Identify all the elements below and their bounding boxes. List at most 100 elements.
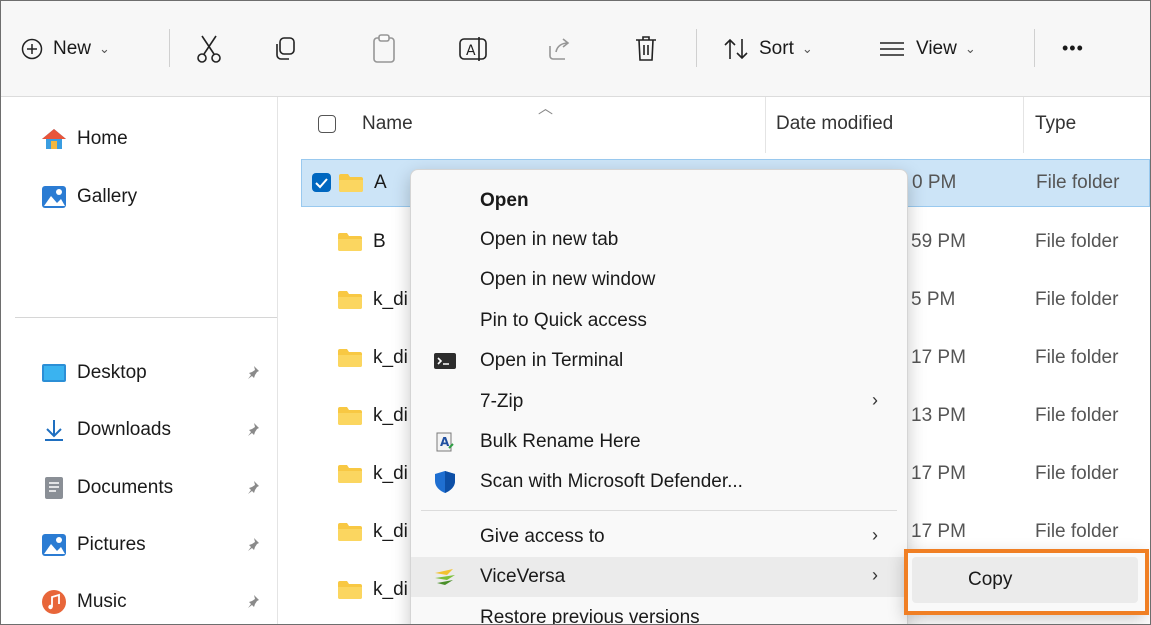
nav-item-label: Documents: [77, 477, 174, 498]
column-divider[interactable]: [765, 97, 766, 153]
pin-icon[interactable]: [246, 422, 260, 436]
menu-item-open-new-window[interactable]: Open in new window: [411, 260, 907, 300]
row-date: 5 PM: [911, 289, 956, 310]
row-type: File folder: [1035, 347, 1119, 368]
chevron-down-icon: ⌄: [801, 40, 813, 56]
menu-item-7zip[interactable]: 7-Zip ›: [411, 382, 907, 422]
row-type: File folder: [1035, 289, 1119, 310]
column-name[interactable]: Name: [362, 113, 413, 135]
chevron-down-icon: ⌄: [964, 40, 976, 56]
menu-separator: [421, 510, 897, 511]
pin-icon[interactable]: [246, 594, 260, 608]
rename-button[interactable]: A: [458, 1, 488, 96]
row-type: File folder: [1036, 172, 1120, 193]
sort-ascending-icon: ︿: [538, 100, 554, 117]
row-name: A: [374, 172, 387, 193]
nav-item-music[interactable]: Music: [41, 587, 127, 617]
menu-item-pin-quick-access[interactable]: Pin to Quick access: [411, 301, 907, 341]
sort-label: Sort: [759, 37, 794, 59]
submenu-item-label: Copy: [968, 569, 1013, 590]
music-icon: [42, 590, 66, 614]
row-type: File folder: [1035, 521, 1119, 542]
nav-item-label: Gallery: [77, 186, 138, 207]
row-checkbox-checked[interactable]: [312, 173, 331, 192]
nav-divider: [15, 317, 277, 318]
toolbar-divider: [1034, 29, 1035, 67]
column-date-modified[interactable]: Date modified: [776, 113, 893, 135]
viceversa-icon: [435, 569, 455, 585]
menu-item-restore-versions[interactable]: Restore previous versions: [411, 598, 907, 624]
delete-button[interactable]: [634, 1, 658, 96]
menu-item-label: Bulk Rename Here: [480, 431, 641, 452]
pin-icon[interactable]: [246, 365, 260, 379]
menu-item-scan-defender[interactable]: Scan with Microsoft Defender...: [411, 462, 907, 502]
row-name: k_di: [373, 463, 408, 484]
nav-item-label: Desktop: [77, 362, 147, 383]
menu-item-open-new-tab[interactable]: Open in new tab: [411, 220, 907, 260]
cut-button[interactable]: [196, 1, 222, 96]
row-name: k_di: [373, 405, 408, 426]
row-type: File folder: [1035, 231, 1119, 252]
menu-item-give-access[interactable]: Give access to ›: [411, 517, 907, 557]
column-header: Name ︿ Date modified Type: [278, 97, 1150, 153]
nav-item-pictures[interactable]: Pictures: [41, 530, 146, 560]
nav-item-documents[interactable]: Documents: [41, 473, 173, 503]
checkmark-icon: [315, 178, 328, 189]
chevron-right-icon: ›: [872, 390, 878, 410]
nav-item-home[interactable]: Home: [41, 124, 128, 154]
desktop-icon: [42, 364, 66, 382]
row-name: k_di: [373, 289, 408, 310]
sort-arrows-icon: [724, 38, 748, 59]
folder-icon: [338, 349, 362, 367]
pictures-icon: [42, 534, 66, 556]
gallery-icon: [42, 186, 66, 208]
folder-icon: [338, 291, 362, 309]
menu-item-label: Pin to Quick access: [480, 310, 647, 331]
view-button[interactable]: View ⌄: [878, 1, 976, 96]
pin-icon[interactable]: [246, 480, 260, 494]
rename-icon: A: [459, 36, 487, 61]
folder-icon: [338, 523, 362, 541]
folder-icon: [338, 581, 362, 599]
paste-button[interactable]: [372, 1, 396, 96]
nav-item-label: Pictures: [77, 534, 146, 555]
nav-item-label: Home: [77, 128, 128, 149]
terminal-icon: [434, 353, 456, 369]
row-name: k_di: [373, 579, 408, 600]
nav-item-gallery[interactable]: Gallery: [41, 182, 137, 212]
command-bar: New ⌄ A Sort ⌄ View ⌄ •••: [1, 1, 1150, 97]
nav-item-desktop[interactable]: Desktop: [41, 358, 147, 388]
plus-circle-icon: [21, 38, 43, 59]
pin-icon[interactable]: [246, 537, 260, 551]
row-date: 17 PM: [911, 521, 966, 542]
row-name: B: [373, 231, 386, 252]
more-icon: •••: [1062, 38, 1084, 58]
column-divider[interactable]: [1023, 97, 1024, 153]
trash-icon: [636, 35, 656, 61]
nav-item-downloads[interactable]: Downloads: [41, 415, 171, 445]
select-all-checkbox[interactable]: [318, 115, 336, 133]
menu-item-viceversa[interactable]: ViceVersa ›: [411, 557, 907, 597]
navigation-pane: Home Gallery Desktop Downloads Documents…: [1, 97, 278, 624]
copy-button[interactable]: [273, 1, 297, 96]
row-date: 13 PM: [911, 405, 966, 426]
view-label: View: [916, 37, 957, 59]
svg-text:A: A: [440, 435, 450, 449]
menu-item-label: Open in new window: [480, 269, 656, 290]
menu-item-open[interactable]: Open: [411, 181, 907, 221]
nav-item-label: Music: [77, 591, 127, 612]
home-icon: [42, 129, 66, 149]
column-type[interactable]: Type: [1035, 113, 1076, 135]
context-menu: Open Open in new tab Open in new window …: [410, 169, 908, 624]
share-button[interactable]: [546, 1, 572, 96]
more-options-button[interactable]: •••: [1062, 1, 1084, 96]
menu-item-label: Give access to: [480, 526, 605, 547]
submenu-item-copy[interactable]: Copy: [912, 557, 1138, 603]
menu-item-open-terminal[interactable]: Open in Terminal: [411, 341, 907, 381]
toolbar-divider: [696, 29, 697, 67]
menu-item-bulk-rename[interactable]: A Bulk Rename Here: [411, 422, 907, 462]
scissors-icon: [197, 35, 221, 63]
new-button[interactable]: New ⌄: [21, 1, 110, 96]
sort-button[interactable]: Sort ⌄: [723, 1, 813, 96]
viceversa-submenu: Copy: [904, 549, 1145, 614]
